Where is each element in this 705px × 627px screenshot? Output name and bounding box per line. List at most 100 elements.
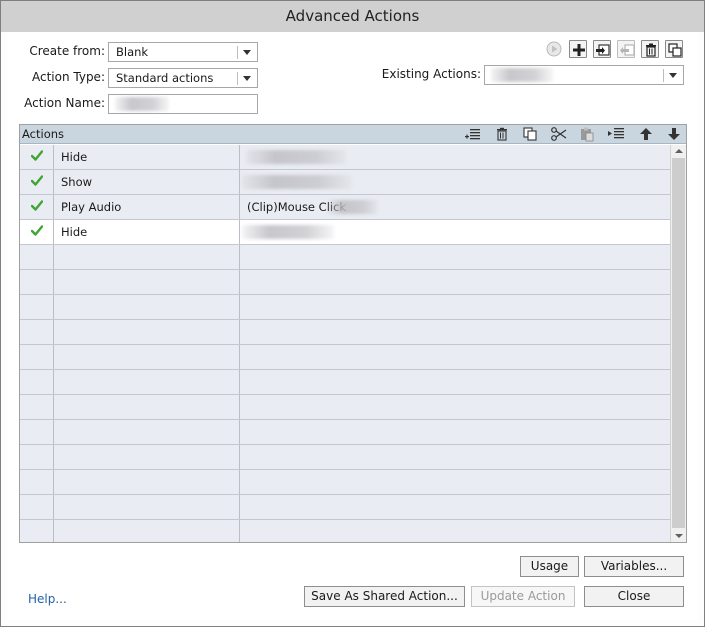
copy-icon[interactable] [521, 126, 539, 142]
status-cell [20, 195, 54, 219]
import-icon[interactable] [593, 40, 611, 58]
empty-table-row[interactable] [20, 370, 670, 395]
empty-cell[interactable] [54, 470, 240, 494]
empty-table-row[interactable] [20, 270, 670, 295]
empty-table-row[interactable] [20, 320, 670, 345]
empty-cell[interactable] [54, 270, 240, 294]
indent-icon[interactable] [607, 126, 625, 142]
empty-table-row[interactable] [20, 420, 670, 445]
empty-cell[interactable] [240, 445, 670, 469]
redacted-text [242, 225, 334, 239]
vertical-scrollbar[interactable] [670, 145, 686, 542]
variables-button[interactable]: Variables... [584, 556, 684, 577]
empty-cell[interactable] [240, 420, 670, 444]
empty-cell[interactable] [240, 395, 670, 419]
chevron-down-icon [243, 76, 251, 81]
table-row[interactable]: Play Audio (Clip)Mouse Click [20, 195, 670, 220]
empty-table-row[interactable] [20, 470, 670, 495]
redacted-text [242, 175, 352, 189]
empty-table-row[interactable] [20, 495, 670, 520]
help-link[interactable]: Help... [28, 592, 67, 606]
move-down-icon[interactable] [665, 126, 683, 142]
empty-cell[interactable] [54, 395, 240, 419]
action-cell[interactable]: Show [54, 170, 240, 194]
empty-cell[interactable] [54, 495, 240, 519]
empty-table-row[interactable] [20, 245, 670, 270]
empty-table-row[interactable] [20, 345, 670, 370]
empty-table-row[interactable] [20, 295, 670, 320]
action-cell[interactable]: Hide [54, 145, 240, 169]
empty-cell[interactable] [20, 295, 54, 319]
duplicate-icon[interactable] [665, 40, 683, 58]
empty-cell[interactable] [20, 345, 54, 369]
empty-cell[interactable] [54, 520, 240, 542]
empty-table-row[interactable] [20, 445, 670, 470]
delete-icon[interactable] [641, 40, 659, 58]
empty-cell[interactable] [240, 345, 670, 369]
empty-cell[interactable] [240, 245, 670, 269]
scrollbar-thumb[interactable] [672, 158, 685, 528]
delete-row-icon[interactable] [493, 126, 511, 142]
empty-cell[interactable] [54, 295, 240, 319]
add-icon[interactable] [569, 40, 587, 58]
empty-cell[interactable] [240, 520, 670, 542]
usage-button[interactable]: Usage [520, 556, 579, 577]
empty-cell[interactable] [240, 295, 670, 319]
save-as-shared-action-button[interactable]: Save As Shared Action... [304, 586, 465, 607]
paste-icon[interactable] [578, 126, 596, 142]
empty-cell[interactable] [54, 445, 240, 469]
empty-table-row[interactable] [20, 520, 670, 542]
cut-icon[interactable] [550, 126, 568, 142]
target-cell[interactable] [240, 145, 670, 169]
dropdown-separator [237, 72, 238, 85]
scroll-down-icon[interactable] [675, 534, 683, 538]
empty-cell[interactable] [240, 470, 670, 494]
move-up-icon[interactable] [637, 126, 655, 142]
close-button[interactable]: Close [584, 586, 684, 607]
action-type-dropdown[interactable]: Standard actions [108, 68, 258, 88]
empty-cell[interactable] [20, 470, 54, 494]
empty-cell[interactable] [240, 495, 670, 519]
empty-cell[interactable] [20, 370, 54, 394]
empty-cell[interactable] [20, 420, 54, 444]
empty-cell[interactable] [20, 395, 54, 419]
empty-cell[interactable] [54, 320, 240, 344]
empty-cell[interactable] [240, 270, 670, 294]
target-cell[interactable] [240, 170, 670, 194]
empty-cell[interactable] [54, 345, 240, 369]
update-action-button[interactable]: Update Action [471, 586, 575, 607]
create-from-label: Create from: [29, 44, 105, 58]
scroll-up-icon[interactable] [675, 149, 683, 153]
empty-cell[interactable] [20, 320, 54, 344]
empty-cell[interactable] [54, 370, 240, 394]
dropdown-separator [663, 69, 664, 82]
empty-cell[interactable] [20, 270, 54, 294]
empty-cell[interactable] [54, 420, 240, 444]
empty-table-row[interactable] [20, 395, 670, 420]
target-cell[interactable]: (Clip)Mouse Click [240, 195, 670, 219]
export-icon[interactable] [617, 40, 635, 58]
empty-cell[interactable] [20, 520, 54, 542]
action-cell[interactable]: Play Audio [54, 195, 240, 219]
existing-actions-dropdown[interactable] [484, 65, 684, 85]
target-cell[interactable] [240, 220, 670, 244]
action-cell[interactable]: Hide [54, 220, 240, 244]
status-cell [20, 170, 54, 194]
redacted-text [246, 150, 346, 164]
empty-cell[interactable] [54, 245, 240, 269]
insert-row-icon[interactable] [464, 126, 482, 142]
empty-cell[interactable] [20, 445, 54, 469]
preview-icon[interactable] [545, 40, 563, 58]
empty-cell[interactable] [20, 245, 54, 269]
empty-cell[interactable] [240, 370, 670, 394]
action-name-input[interactable] [108, 94, 258, 114]
table-row[interactable]: Hide [20, 220, 670, 245]
table-row[interactable]: Hide [20, 145, 670, 170]
action-name-label: Action Name: [24, 96, 105, 110]
empty-cell[interactable] [20, 495, 54, 519]
redacted-text [328, 200, 378, 214]
create-from-value: Blank [116, 45, 149, 59]
table-row[interactable]: Show [20, 170, 670, 195]
empty-cell[interactable] [240, 320, 670, 344]
create-from-dropdown[interactable]: Blank [108, 42, 258, 62]
